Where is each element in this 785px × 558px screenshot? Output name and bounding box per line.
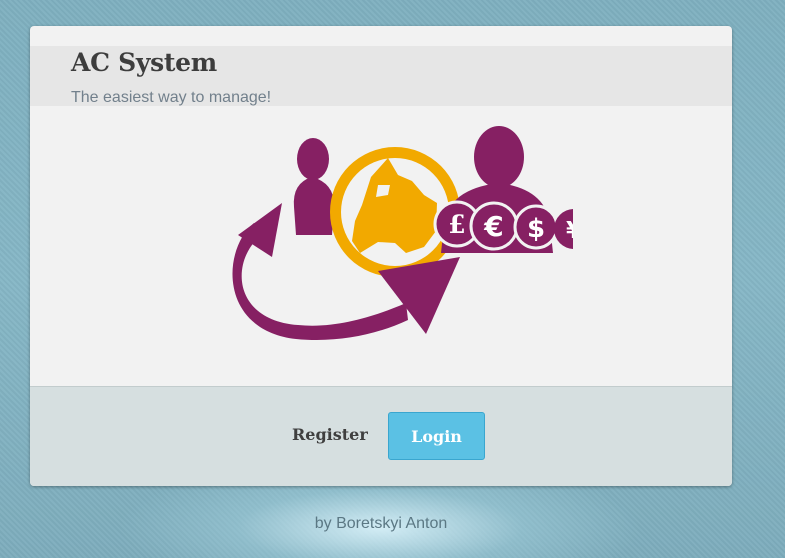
hero-section: £ € $ ¥ [30,106,732,386]
dollar-coin-icon: $ [513,204,559,250]
card-footer: Register Login [30,386,732,486]
main-card: AC System The easiest way to manage! £ €… [30,26,732,486]
pound-symbol: £ [448,210,465,239]
yen-symbol: ¥ [566,218,573,244]
dollar-symbol: $ [527,214,545,244]
register-link[interactable]: Register [292,425,368,444]
small-person-icon [293,138,334,235]
app-subtitle: The easiest way to manage! [71,89,272,106]
author-byline: by Boretskyi Anton [314,515,448,532]
yen-coin-icon: ¥ [554,209,573,249]
login-button[interactable]: Login [388,412,485,460]
euro-symbol: € [483,210,503,243]
app-title: AC System [71,48,217,77]
euro-coin-icon: € [469,201,519,251]
currency-exchange-logo: £ € $ ¥ [232,126,573,341]
